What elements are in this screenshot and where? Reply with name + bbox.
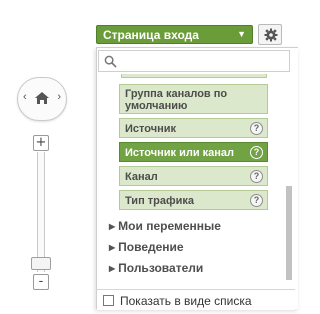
chevron-down-icon: ▼ <box>237 29 246 39</box>
group-users[interactable]: ▶ Пользователи <box>109 261 203 275</box>
group-label: Пользователи <box>118 261 204 275</box>
zoom-slider-track[interactable] <box>37 152 45 272</box>
pan-left-arrow-icon[interactable]: ‹ <box>23 92 27 103</box>
option-label-line1: Группа каналов по <box>125 88 228 100</box>
home-icon[interactable] <box>34 90 50 106</box>
group-behavior[interactable]: ▶ Поведение <box>109 240 184 254</box>
triangle-right-icon: ▶ <box>109 243 116 252</box>
option-medium[interactable]: Канал ? <box>119 166 268 186</box>
dimension-dropdown-button[interactable]: Страница входа ▼ <box>96 25 253 44</box>
settings-button[interactable] <box>258 24 282 45</box>
app-stage: ‹ › + - Страница входа ▼ Группа каналов … <box>0 0 298 310</box>
option-label-line2: умолчанию <box>125 100 188 112</box>
triangle-right-icon: ▶ <box>109 264 116 273</box>
group-label: Поведение <box>118 240 184 254</box>
gear-icon <box>264 28 278 42</box>
group-my-variables[interactable]: ▶ Мои переменные <box>109 219 221 233</box>
triangle-right-icon: ▶ <box>109 222 116 231</box>
help-icon[interactable]: ? <box>250 146 263 159</box>
dimension-option-list: Группа каналов по умолчанию Источник ? И… <box>97 74 287 314</box>
group-label: Мои переменные <box>118 219 221 233</box>
help-icon[interactable]: ? <box>250 194 263 207</box>
dimension-dropdown-label: Страница входа <box>103 28 199 42</box>
pan-control[interactable]: ‹ › <box>17 77 67 121</box>
option-default-channel-group[interactable]: Группа каналов по умолчанию <box>119 84 268 114</box>
option-label: Тип трафика <box>125 195 194 207</box>
dropdown-footer: Показать в виде списка <box>97 289 295 310</box>
option-traffic-type[interactable]: Тип трафика ? <box>119 190 268 210</box>
list-scrollbar[interactable] <box>286 186 292 280</box>
dimension-search-input[interactable] <box>121 53 286 69</box>
show-as-list-checkbox[interactable] <box>103 295 114 306</box>
search-icon <box>104 55 117 68</box>
option-source[interactable]: Источник ? <box>119 118 268 138</box>
option-source-medium[interactable]: Источник или канал ? <box>119 142 268 162</box>
pan-right-arrow-icon[interactable]: › <box>57 92 61 103</box>
zoom-out-button[interactable]: - <box>33 274 49 290</box>
option-label: Источник или канал <box>125 147 235 159</box>
help-icon[interactable]: ? <box>250 122 263 135</box>
option-label: Канал <box>125 171 158 183</box>
show-as-list-label[interactable]: Показать в виде списка <box>120 294 252 308</box>
dimension-search-box[interactable] <box>98 50 290 72</box>
option-label: Источник <box>125 123 177 135</box>
list-item-partial[interactable] <box>121 74 267 78</box>
dimension-dropdown-panel: Группа каналов по умолчанию Источник ? И… <box>96 47 298 310</box>
zoom-in-button[interactable]: + <box>33 135 49 151</box>
help-icon[interactable]: ? <box>250 170 263 183</box>
zoom-slider-handle[interactable] <box>31 257 51 270</box>
